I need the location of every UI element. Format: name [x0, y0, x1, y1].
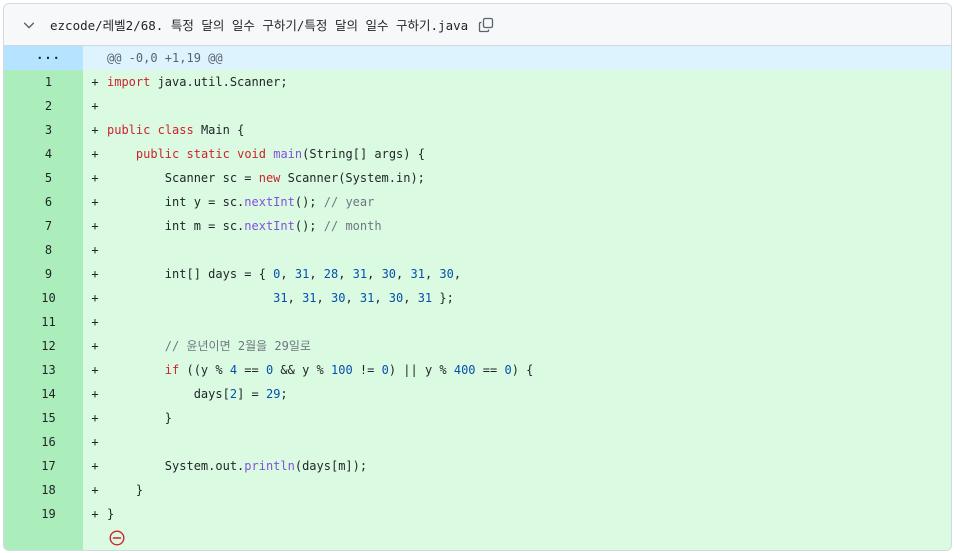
code-text: public class Main { — [107, 123, 245, 137]
added-marker: + — [91, 147, 99, 161]
code-line: 8 + — [4, 238, 951, 262]
code-text: if ((y % 4 == 0 && y % 100 != 0) || y % … — [164, 363, 534, 377]
diff-file: ezcode/레벨2/68. 특정 달의 일수 구하기/특정 달의 일수 구하기… — [3, 3, 952, 551]
added-marker: + — [91, 363, 99, 377]
code-text: } — [107, 483, 144, 497]
file-header: ezcode/레벨2/68. 특정 달의 일수 구하기/특정 달의 일수 구하기… — [4, 4, 951, 46]
code-line: 3 + public class Main { — [4, 118, 951, 142]
added-marker: + — [91, 507, 99, 521]
code-line: 1 + import java.util.Scanner; — [4, 70, 951, 94]
code-line: 9 + int[] days = { 0, 31, 28, 31, 30, 31,… — [4, 262, 951, 286]
code-lines: 1 + import java.util.Scanner; 2 +3 + public cl… — [4, 70, 951, 526]
added-marker: + — [91, 435, 99, 449]
code-line: 17 + System.out.println(days[m]); — [4, 454, 951, 478]
chevron-down-icon[interactable] — [22, 18, 36, 32]
code-line: 16 + — [4, 430, 951, 454]
added-marker: + — [91, 195, 99, 209]
code-line: 14 + days[2] = 29; — [4, 382, 951, 406]
line-number[interactable]: 13 — [4, 358, 83, 382]
file-path: ezcode/레벨2/68. 특정 달의 일수 구하기/특정 달의 일수 구하기… — [50, 18, 469, 33]
code-line: 10 + 31, 31, 30, 31, 30, 31 }; — [4, 286, 951, 310]
code-line: 12 + // 윤년이면 2월을 29일로 — [4, 334, 951, 358]
code-text: 31, 31, 30, 31, 30, 31 }; — [273, 291, 454, 305]
code-line: 7 + int m = sc.nextInt(); // month — [4, 214, 951, 238]
line-number[interactable]: 9 — [4, 262, 83, 286]
line-number[interactable]: 18 — [4, 478, 83, 502]
added-marker: + — [91, 171, 99, 185]
added-marker: + — [91, 411, 99, 425]
code-text: public static void main(String[] args) { — [135, 147, 425, 161]
code-text: System.out.println(days[m]); — [107, 459, 368, 473]
code-line: 2 + — [4, 94, 951, 118]
added-marker: + — [91, 315, 99, 329]
line-number[interactable]: 3 — [4, 118, 83, 142]
added-marker: + — [91, 99, 99, 113]
line-number[interactable]: 16 — [4, 430, 83, 454]
code-line: 18 + } — [4, 478, 951, 502]
code-text: int y = sc.nextInt(); // year — [107, 195, 375, 209]
line-number[interactable]: 4 — [4, 142, 83, 166]
added-marker: + — [91, 243, 99, 257]
line-number[interactable]: 15 — [4, 406, 83, 430]
added-marker: + — [91, 267, 99, 281]
hunk-row: ··· @@ -0,0 +1,19 @@ — [4, 46, 951, 70]
expand-hunk-button[interactable]: ··· — [4, 46, 83, 70]
code-line: 4 + public static void main(String[] args… — [4, 142, 951, 166]
no-entry-icon — [109, 530, 125, 546]
added-marker: + — [91, 339, 99, 353]
added-marker: + — [91, 459, 99, 473]
code-text: } — [107, 507, 115, 521]
code-line: 11 + — [4, 310, 951, 334]
line-number[interactable]: 2 — [4, 94, 83, 118]
added-marker: + — [91, 123, 99, 137]
line-number[interactable]: 5 — [4, 166, 83, 190]
copy-icon[interactable] — [478, 17, 494, 33]
line-number[interactable]: 8 — [4, 238, 83, 262]
code-text: import java.util.Scanner; — [107, 75, 288, 89]
code-line: 19 +} — [4, 502, 951, 526]
added-marker: + — [91, 483, 99, 497]
added-marker: + — [91, 387, 99, 401]
code-line: 15 + } — [4, 406, 951, 430]
code-line: 13 + if ((y % 4 == 0 && y % 100 != 0) || … — [4, 358, 951, 382]
added-marker: + — [91, 291, 99, 305]
line-number[interactable]: 1 — [4, 70, 83, 94]
line-number[interactable]: 6 — [4, 190, 83, 214]
line-number[interactable]: 19 — [4, 502, 83, 526]
no-newline-row — [4, 526, 951, 550]
line-number[interactable]: 17 — [4, 454, 83, 478]
line-number[interactable]: 7 — [4, 214, 83, 238]
code-text: Scanner sc = new Scanner(System.in); — [107, 171, 425, 185]
diff-body: ··· @@ -0,0 +1,19 @@ 1 + import java.util.… — [4, 46, 951, 550]
code-line: 5 + Scanner sc = new Scanner(System.in); — [4, 166, 951, 190]
code-text: int m = sc.nextInt(); // month — [107, 219, 382, 233]
hunk-header: @@ -0,0 +1,19 @@ — [107, 51, 223, 65]
line-number[interactable]: 11 — [4, 310, 83, 334]
code-text: int[] days = { 0, 31, 28, 31, 30, 31, 30… — [107, 267, 462, 281]
added-marker: + — [91, 219, 99, 233]
added-marker: + — [91, 75, 99, 89]
line-number[interactable]: 12 — [4, 334, 83, 358]
code-text: days[2] = 29; — [107, 387, 288, 401]
code-line: 6 + int y = sc.nextInt(); // year — [4, 190, 951, 214]
code-text: // 윤년이면 2월을 29일로 — [164, 339, 311, 353]
line-number[interactable]: 14 — [4, 382, 83, 406]
line-number[interactable]: 10 — [4, 286, 83, 310]
code-text: } — [107, 411, 173, 425]
